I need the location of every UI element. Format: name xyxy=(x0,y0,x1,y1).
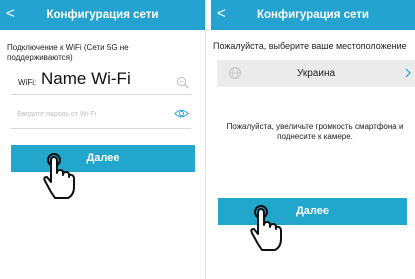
next-button[interactable]: Далее xyxy=(218,198,407,225)
wifi-hint-text: Подключение к WiFi (Сети 5G не поддержив… xyxy=(7,43,129,62)
country-value: Украина xyxy=(296,68,336,79)
eye-icon[interactable] xyxy=(174,108,189,119)
country-selector[interactable]: Украина xyxy=(217,60,415,87)
search-icon[interactable] xyxy=(176,76,189,89)
next-button[interactable]: Далее xyxy=(11,145,195,172)
location-prompt: Пожалуйста, выберите ваше местоположение xyxy=(213,41,407,51)
location-screen: < Конфигурация сети Пожалуйста, выберите… xyxy=(211,0,415,279)
page-title: Конфигурация сети xyxy=(257,9,369,21)
app-header: < Конфигурация сети xyxy=(211,0,415,30)
chevron-right-icon xyxy=(405,68,411,78)
page-title: Конфигурация сети xyxy=(46,9,159,21)
wifi-ssid-field[interactable]: WiFi: Name Wi-Fi xyxy=(11,66,191,95)
volume-hint-text: Пожалуйста, увеличьте громкость смартфон… xyxy=(226,122,404,141)
wifi-config-screen: < Конфигурация сети Подключение к WiFi (… xyxy=(0,0,206,279)
wifi-ssid-value: Name Wi-Fi xyxy=(41,69,131,88)
password-input[interactable] xyxy=(17,107,157,121)
app-header: < Конфигурация сети xyxy=(0,0,205,30)
wifi-password-field xyxy=(11,100,191,129)
wifi-label: WiFi: xyxy=(18,78,37,87)
